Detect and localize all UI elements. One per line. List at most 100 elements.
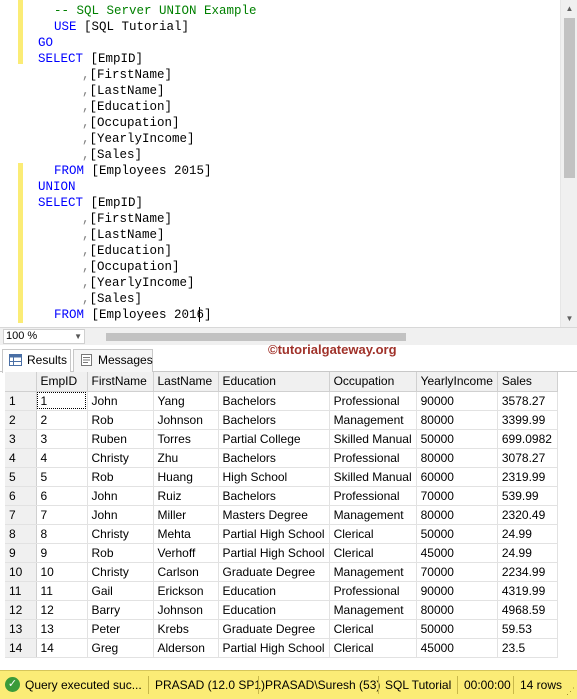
row-number[interactable]: 2 [5,410,37,430]
table-cell[interactable]: Masters Degree [218,505,330,525]
code-line[interactable]: ,[Occupation] [82,259,180,275]
code-line[interactable]: UNION [38,179,76,195]
table-cell[interactable]: Professional [329,448,417,468]
row-number[interactable]: 10 [5,562,37,582]
table-cell[interactable]: 4319.99 [497,581,558,601]
table-cell[interactable]: 24.99 [497,543,558,563]
table-cell[interactable]: 1 [36,391,88,411]
code-line[interactable]: ,[LastName] [82,83,165,99]
table-cell[interactable]: 3399.99 [497,410,558,430]
table-cell[interactable]: Clerical [329,638,417,658]
table-cell[interactable]: 24.99 [497,524,558,544]
scrollbar-thumb[interactable] [564,18,575,178]
table-cell[interactable]: Graduate Degree [218,619,330,639]
table-cell[interactable]: 8 [36,524,88,544]
table-cell[interactable]: 70000 [416,486,498,506]
table-cell[interactable]: Partial College [218,429,330,449]
table-cell[interactable]: John [87,486,154,506]
table-cell[interactable]: 59.53 [497,619,558,639]
table-cell[interactable]: Christy [87,448,154,468]
code-line[interactable]: ,[Education] [82,243,172,259]
table-cell[interactable]: 50000 [416,619,498,639]
table-cell[interactable]: Professional [329,486,417,506]
table-cell[interactable]: 5 [36,467,88,487]
table-cell[interactable]: Verhoff [153,543,219,563]
table-cell[interactable]: Johnson [153,410,219,430]
row-number[interactable]: 14 [5,638,37,658]
table-cell[interactable]: Management [329,410,417,430]
table-cell[interactable]: Zhu [153,448,219,468]
table-row[interactable]: 6 6 John Ruiz Bachelors Professional 70000 539.… [5,486,558,506]
row-number[interactable]: 7 [5,505,37,525]
table-cell[interactable]: John [87,505,154,525]
code-line[interactable]: USE [SQL Tutorial] [54,19,189,35]
table-cell[interactable]: Greg [87,638,154,658]
col-header-occupation[interactable]: Occupation [329,372,417,392]
tab-messages[interactable]: Messages [73,349,153,372]
code-line[interactable]: ,[FirstName] [82,67,172,83]
table-cell[interactable]: Miller [153,505,219,525]
table-cell[interactable]: Alderson [153,638,219,658]
table-row[interactable]: 1 1 John Yang Bachelors Professional 90000 3578… [5,391,558,411]
table-cell[interactable]: Erickson [153,581,219,601]
table-cell[interactable]: Education [218,581,330,601]
table-cell[interactable]: Mehta [153,524,219,544]
editor-vertical-scrollbar[interactable]: ▲ ▼ [560,0,577,327]
table-cell[interactable]: Bachelors [218,410,330,430]
table-cell[interactable]: 3 [36,429,88,449]
table-cell[interactable]: Yang [153,391,219,411]
table-cell[interactable]: 2 [36,410,88,430]
code-line[interactable]: ,[YearlyIncome] [82,131,195,147]
table-cell[interactable]: Rob [87,410,154,430]
col-header-firstname[interactable]: FirstName [87,372,154,392]
table-cell[interactable]: Torres [153,429,219,449]
table-cell[interactable]: Bachelors [218,486,330,506]
table-cell[interactable]: Clerical [329,524,417,544]
tab-results[interactable]: Results [2,349,71,373]
table-cell[interactable]: Professional [329,581,417,601]
scrollbar-thumb[interactable] [106,333,406,341]
row-number[interactable]: 9 [5,543,37,563]
table-cell[interactable]: 11 [36,581,88,601]
col-header-empid[interactable]: EmpID [36,372,88,392]
resize-grip-icon[interactable]: ⋰ [566,686,575,697]
table-cell[interactable]: Barry [87,600,154,620]
table-cell[interactable]: 4968.59 [497,600,558,620]
table-cell[interactable]: 7 [36,505,88,525]
table-cell[interactable]: Rob [87,467,154,487]
row-number-header[interactable] [5,372,37,392]
table-cell[interactable]: Ruiz [153,486,219,506]
table-row[interactable]: 11 11 Gail Erickson Education Professional 900… [5,581,558,601]
zoom-select[interactable]: 100 % ▼ [3,329,85,344]
table-cell[interactable]: John [87,391,154,411]
table-row[interactable]: 8 8 Christy Mehta Partial High School Clerica… [5,524,558,544]
table-cell[interactable]: Management [329,505,417,525]
table-cell[interactable]: Ruben [87,429,154,449]
table-cell[interactable]: Graduate Degree [218,562,330,582]
row-number[interactable]: 8 [5,524,37,544]
table-cell[interactable]: 3578.27 [497,391,558,411]
table-cell[interactable]: Partial High School [218,543,330,563]
table-cell[interactable]: 80000 [416,600,498,620]
table-cell[interactable]: Rob [87,543,154,563]
table-cell[interactable]: Skilled Manual [329,467,417,487]
table-cell[interactable]: Christy [87,562,154,582]
table-cell[interactable]: Bachelors [218,448,330,468]
table-cell[interactable]: Krebs [153,619,219,639]
table-cell[interactable]: 10 [36,562,88,582]
table-cell[interactable]: 60000 [416,467,498,487]
table-row[interactable]: 2 2 Rob Johnson Bachelors Management 80000 3399… [5,410,558,430]
row-number[interactable]: 3 [5,429,37,449]
code-line[interactable]: ,[Sales] [82,147,142,163]
table-row[interactable]: 12 12 Barry Johnson Education Management 80000… [5,600,558,620]
row-number[interactable]: 4 [5,448,37,468]
table-cell[interactable]: 45000 [416,543,498,563]
table-cell[interactable]: Professional [329,391,417,411]
table-cell[interactable]: Johnson [153,600,219,620]
row-number[interactable]: 11 [5,581,37,601]
code-area[interactable]: -- SQL Server UNION Example USE [SQL Tuto… [0,0,560,327]
col-header-education[interactable]: Education [218,372,330,392]
table-cell[interactable]: 699.0982 [497,429,558,449]
table-cell[interactable]: 90000 [416,581,498,601]
table-cell[interactable]: 70000 [416,562,498,582]
